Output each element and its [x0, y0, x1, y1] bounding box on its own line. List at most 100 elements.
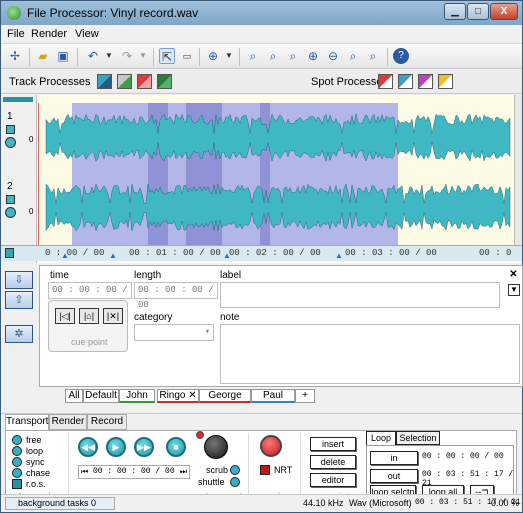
zoom-reset-icon[interactable]: ⌕ [345, 48, 361, 64]
label-field[interactable] [220, 282, 500, 308]
nrt-checkbox[interactable] [260, 465, 270, 475]
filter-tab-all[interactable]: All [65, 389, 83, 403]
ros-checkbox[interactable] [12, 479, 22, 489]
filter-tab-george[interactable]: George [199, 389, 251, 403]
scrub-radio[interactable] [230, 465, 240, 475]
track-process-4-icon[interactable] [157, 74, 172, 89]
filter-tab-label: George [208, 390, 242, 401]
track-process-1-icon[interactable] [97, 74, 112, 89]
select-tool-icon[interactable]: ⇱ [159, 48, 175, 64]
scrub-label: scrub [206, 465, 229, 475]
filter-tab-add[interactable]: + [295, 389, 315, 403]
menu-view[interactable]: View [75, 28, 99, 40]
filter-tab-john[interactable]: John [119, 389, 155, 403]
jog-knob[interactable] [204, 435, 228, 459]
zoom-in-icon[interactable]: ⊕ [305, 48, 321, 64]
redo-icon[interactable]: ↷ [119, 48, 135, 64]
import-markers-button[interactable]: ⇩ [5, 271, 33, 289]
export-markers-button[interactable]: ⇧ [5, 291, 33, 309]
zoom-selection-icon[interactable]: ⌕ [265, 48, 281, 64]
marker-dropdown-icon[interactable]: ▼ [508, 284, 520, 296]
marker-editor: time length label 00 : 00 : 00 / 00 00 :… [39, 265, 523, 387]
free-label: free [26, 435, 42, 445]
play-button[interactable]: ▶ [106, 437, 126, 457]
spot-process-3-icon[interactable] [418, 74, 433, 89]
tab-record[interactable]: Record [87, 414, 127, 430]
spot-process-4-icon[interactable] [438, 74, 453, 89]
track-2-solo-toggle[interactable] [5, 207, 16, 218]
shuttle-radio[interactable] [230, 477, 240, 487]
track-2-select-toggle[interactable] [6, 195, 15, 204]
render-button[interactable] [260, 435, 282, 457]
loop-out-button[interactable]: out [370, 469, 418, 483]
open-folder-icon[interactable]: ▰ [35, 48, 51, 64]
insert-button[interactable]: insert [310, 437, 356, 451]
track-process-3-icon[interactable] [137, 74, 152, 89]
timeline-ruler[interactable]: 0 : 00 / 00 00 : 01 : 00 / 00 00 : 02 : … [1, 245, 522, 261]
marker-settings-button[interactable]: ✲ [5, 325, 33, 343]
rewind-button[interactable]: ◀◀ [78, 437, 98, 457]
zoom-fit-icon[interactable]: ⌕ [245, 48, 261, 64]
cue-set-button[interactable]: |⌂| [79, 308, 99, 324]
undo-dropdown-icon[interactable]: ▼ [101, 48, 117, 64]
spot-process-2-icon[interactable] [398, 74, 413, 89]
menu-bar: File Render View [1, 25, 522, 43]
loop-in-button[interactable]: in [370, 451, 418, 465]
track-1-solo-toggle[interactable] [5, 137, 16, 148]
free-radio[interactable] [12, 435, 22, 445]
selection-tab[interactable]: Selection [396, 431, 440, 445]
filter-tab-default[interactable]: Default [83, 389, 119, 403]
vertical-scrollbar[interactable] [514, 95, 522, 245]
category-select[interactable]: ▾ [134, 324, 214, 341]
cue-prev-button[interactable]: |◁| [55, 308, 75, 324]
tab-render[interactable]: Render [49, 414, 87, 430]
menu-file[interactable]: File [7, 28, 25, 40]
zoom-region-icon[interactable]: ⌕ [285, 48, 301, 64]
range-tool-icon[interactable]: ▭ [179, 48, 195, 64]
close-marker-icon[interactable]: ✕ [508, 270, 519, 281]
track-1-select-toggle[interactable] [6, 125, 15, 134]
time-field[interactable]: 00 : 00 : 00 / 00 [48, 282, 132, 310]
track-process-2-icon[interactable] [117, 74, 132, 89]
waveform-editor[interactable]: 1 0 2 0 0 : 00 / 00 00 : 01 : 00 / 00 00… [1, 95, 522, 263]
minimize-button[interactable]: ▁ [444, 3, 466, 20]
zoom-tool-icon[interactable]: ⊕ [205, 48, 221, 64]
menu-render[interactable]: Render [31, 28, 67, 40]
editor-button[interactable]: editor [310, 473, 356, 487]
zoom-full-icon[interactable]: ⌕ [365, 48, 381, 64]
waveform-display[interactable] [38, 103, 514, 245]
pin-icon[interactable]: ✢ [7, 48, 23, 64]
loop-radio[interactable] [12, 446, 22, 456]
help-icon[interactable]: ? [393, 48, 409, 64]
stop-button[interactable]: ■ [166, 437, 186, 457]
go-start-icon[interactable]: ⏮ [81, 467, 88, 477]
spot-process-1-icon[interactable] [378, 74, 393, 89]
length-field[interactable]: 00 : 00 : 00 / 00 [134, 282, 218, 310]
zoom-dropdown-icon[interactable]: ▼ [221, 48, 237, 64]
chase-radio[interactable] [12, 468, 22, 478]
background-tasks-button[interactable]: background tasks 0 [5, 497, 115, 510]
save-icon[interactable]: ▣ [55, 48, 71, 64]
sample-rate: 44.10 kHz [303, 498, 344, 508]
spot-processes-label: Spot Processes [311, 76, 389, 88]
go-end-icon[interactable]: ⏭ [180, 467, 187, 477]
ruler-toggle-icon[interactable] [5, 248, 14, 258]
track-1-zero-label: 0 [29, 135, 34, 144]
close-button[interactable]: X [490, 3, 518, 20]
redo-dropdown-icon[interactable]: ▼ [135, 48, 151, 64]
delete-button[interactable]: delete [310, 455, 356, 469]
app-icon [7, 6, 21, 20]
sync-radio[interactable] [12, 457, 22, 467]
tab-transport[interactable]: Transport [5, 414, 49, 430]
maximize-button[interactable]: □ [467, 3, 489, 20]
zoom-out-icon[interactable]: ⊖ [325, 48, 341, 64]
transport-time: 00 : 00 : 00 / 00 [93, 467, 175, 476]
cue-remove-button[interactable]: |✕| [103, 308, 123, 324]
note-field[interactable] [220, 324, 520, 384]
category-filter-tabs: All Default John Ringo ✕ George Paul + [1, 389, 522, 403]
filter-tab-ringo[interactable]: Ringo ✕ [157, 389, 199, 403]
loop-tab[interactable]: Loop [366, 431, 396, 445]
fast-forward-button[interactable]: ▶▶ [134, 437, 154, 457]
filter-tab-paul[interactable]: Paul [251, 389, 295, 403]
undo-icon[interactable]: ↶ [85, 48, 101, 64]
